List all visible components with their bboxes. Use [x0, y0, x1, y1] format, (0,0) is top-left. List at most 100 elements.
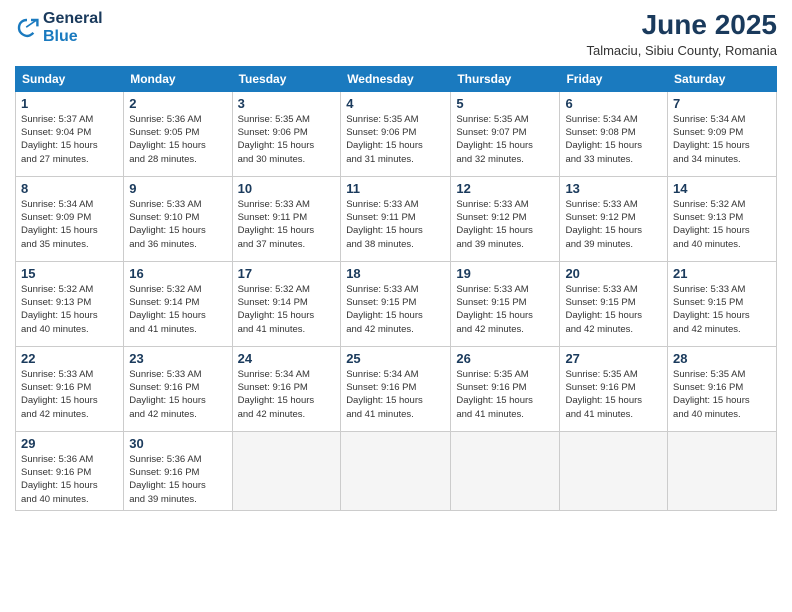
table-row: [668, 431, 777, 510]
table-row: 28 Sunrise: 5:35 AM Sunset: 9:16 PM Dayli…: [668, 346, 777, 431]
header: General Blue June 2025 Talmaciu, Sibiu C…: [15, 10, 777, 58]
day-number: 10: [238, 181, 336, 196]
table-row: 25Sunrise: 5:34 AM Sunset: 9:16 PM Dayli…: [341, 346, 451, 431]
day-info: Sunrise: 5:33 AM Sunset: 9:11 PM Dayligh…: [238, 198, 336, 251]
table-row: [341, 431, 451, 510]
day-info: Sunrise: 5:35 AM Sunset: 9:06 PM Dayligh…: [238, 113, 336, 166]
day-number: 19: [456, 266, 554, 281]
table-row: 9 Sunrise: 5:33 AM Sunset: 9:10 PM Daylig…: [124, 176, 232, 261]
table-row: 22 Sunrise: 5:33 AM Sunset: 9:16 PM Dayli…: [16, 346, 124, 431]
day-number: 11: [346, 181, 445, 196]
day-number: 23: [129, 351, 226, 366]
table-row: 7 Sunrise: 5:34 AM Sunset: 9:09 PM Daylig…: [668, 91, 777, 176]
header-wednesday: Wednesday: [341, 66, 451, 91]
day-number: 13: [565, 181, 662, 196]
day-info: Sunrise: 5:32 AM Sunset: 9:14 PM Dayligh…: [129, 283, 226, 336]
day-info: Sunrise: 5:32 AM Sunset: 9:13 PM Dayligh…: [673, 198, 771, 251]
day-info: Sunrise: 5:37 AM Sunset: 9:04 PM Dayligh…: [21, 113, 118, 166]
table-row: 11 Sunrise: 5:33 AM Sunset: 9:11 PM Dayli…: [341, 176, 451, 261]
location: Talmaciu, Sibiu County, Romania: [586, 43, 777, 58]
day-number: 12: [456, 181, 554, 196]
day-number: 27: [565, 351, 662, 366]
day-info: Sunrise: 5:32 AM Sunset: 9:13 PM Dayligh…: [21, 283, 118, 336]
day-number: 29: [21, 436, 118, 451]
day-number: 15: [21, 266, 118, 281]
day-number: 22: [21, 351, 118, 366]
day-info: Sunrise: 5:34 AM Sunset: 9:16 PM Dayligh…: [238, 368, 336, 421]
day-number: 21: [673, 266, 771, 281]
day-number: 14: [673, 181, 771, 196]
table-row: 26 Sunrise: 5:35 AM Sunset: 9:16 PM Dayli…: [451, 346, 560, 431]
day-info: Sunrise: 5:35 AM Sunset: 9:07 PM Dayligh…: [456, 113, 554, 166]
day-number: 2: [129, 96, 226, 111]
table-row: 1 Sunrise: 5:37 AM Sunset: 9:04 PM Daylig…: [16, 91, 124, 176]
day-number: 20: [565, 266, 662, 281]
table-row: 29 Sunrise: 5:36 AM Sunset: 9:16 PM Dayli…: [16, 431, 124, 510]
table-row: 6 Sunrise: 5:34 AM Sunset: 9:08 PM Daylig…: [560, 91, 668, 176]
day-info: Sunrise: 5:34 AM Sunset: 9:09 PM Dayligh…: [21, 198, 118, 251]
day-number: 7: [673, 96, 771, 111]
day-number: 26: [456, 351, 554, 366]
table-row: 2 Sunrise: 5:36 AM Sunset: 9:05 PM Daylig…: [124, 91, 232, 176]
header-tuesday: Tuesday: [232, 66, 341, 91]
day-number: 30: [129, 436, 226, 451]
day-info: Sunrise: 5:33 AM Sunset: 9:12 PM Dayligh…: [456, 198, 554, 251]
table-row: 17Sunrise: 5:32 AM Sunset: 9:14 PM Dayli…: [232, 261, 341, 346]
day-info: Sunrise: 5:34 AM Sunset: 9:09 PM Dayligh…: [673, 113, 771, 166]
day-info: Sunrise: 5:33 AM Sunset: 9:16 PM Dayligh…: [21, 368, 118, 421]
month-title: June 2025: [586, 10, 777, 41]
table-row: 19 Sunrise: 5:33 AM Sunset: 9:15 PM Dayli…: [451, 261, 560, 346]
table-row: 18 Sunrise: 5:33 AM Sunset: 9:15 PM Dayli…: [341, 261, 451, 346]
calendar-table: Sunday Monday Tuesday Wednesday Thursday…: [15, 66, 777, 511]
day-info: Sunrise: 5:36 AM Sunset: 9:16 PM Dayligh…: [21, 453, 118, 506]
page: General Blue June 2025 Talmaciu, Sibiu C…: [0, 0, 792, 612]
day-info: Sunrise: 5:34 AM Sunset: 9:08 PM Dayligh…: [565, 113, 662, 166]
day-number: 1: [21, 96, 118, 111]
day-info: Sunrise: 5:36 AM Sunset: 9:05 PM Dayligh…: [129, 113, 226, 166]
header-monday: Monday: [124, 66, 232, 91]
table-row: 24 Sunrise: 5:34 AM Sunset: 9:16 PM Dayli…: [232, 346, 341, 431]
day-number: 16: [129, 266, 226, 281]
day-number: 8: [21, 181, 118, 196]
day-info: Sunrise: 5:33 AM Sunset: 9:15 PM Dayligh…: [456, 283, 554, 336]
table-row: 30 Sunrise: 5:36 AM Sunset: 9:16 PM Dayli…: [124, 431, 232, 510]
table-row: 23Sunrise: 5:33 AM Sunset: 9:16 PM Dayli…: [124, 346, 232, 431]
day-info: Sunrise: 5:35 AM Sunset: 9:16 PM Dayligh…: [456, 368, 554, 421]
day-info: Sunrise: 5:33 AM Sunset: 9:15 PM Dayligh…: [346, 283, 445, 336]
day-number: 18: [346, 266, 445, 281]
table-row: 20 Sunrise: 5:33 AM Sunset: 9:15 PM Dayli…: [560, 261, 668, 346]
day-number: 24: [238, 351, 336, 366]
day-number: 3: [238, 96, 336, 111]
logo-text: General Blue: [43, 10, 103, 45]
header-saturday: Saturday: [668, 66, 777, 91]
day-info: Sunrise: 5:35 AM Sunset: 9:16 PM Dayligh…: [565, 368, 662, 421]
logo-icon: [15, 16, 39, 40]
weekday-header-row: Sunday Monday Tuesday Wednesday Thursday…: [16, 66, 777, 91]
day-info: Sunrise: 5:33 AM Sunset: 9:15 PM Dayligh…: [673, 283, 771, 336]
day-info: Sunrise: 5:35 AM Sunset: 9:16 PM Dayligh…: [673, 368, 771, 421]
day-number: 9: [129, 181, 226, 196]
header-thursday: Thursday: [451, 66, 560, 91]
day-info: Sunrise: 5:33 AM Sunset: 9:10 PM Dayligh…: [129, 198, 226, 251]
day-number: 6: [565, 96, 662, 111]
table-row: 15 Sunrise: 5:32 AM Sunset: 9:13 PM Dayli…: [16, 261, 124, 346]
title-block: June 2025 Talmaciu, Sibiu County, Romani…: [586, 10, 777, 58]
table-row: 5 Sunrise: 5:35 AM Sunset: 9:07 PM Daylig…: [451, 91, 560, 176]
table-row: 21 Sunrise: 5:33 AM Sunset: 9:15 PM Dayli…: [668, 261, 777, 346]
table-row: 3 Sunrise: 5:35 AM Sunset: 9:06 PM Daylig…: [232, 91, 341, 176]
table-row: 13Sunrise: 5:33 AM Sunset: 9:12 PM Dayli…: [560, 176, 668, 261]
header-friday: Friday: [560, 66, 668, 91]
day-number: 17: [238, 266, 336, 281]
day-info: Sunrise: 5:35 AM Sunset: 9:06 PM Dayligh…: [346, 113, 445, 166]
table-row: 8 Sunrise: 5:34 AM Sunset: 9:09 PM Daylig…: [16, 176, 124, 261]
day-number: 28: [673, 351, 771, 366]
table-row: [232, 431, 341, 510]
day-info: Sunrise: 5:36 AM Sunset: 9:16 PM Dayligh…: [129, 453, 226, 506]
table-row: 14 Sunrise: 5:32 AM Sunset: 9:13 PM Dayli…: [668, 176, 777, 261]
day-info: Sunrise: 5:33 AM Sunset: 9:15 PM Dayligh…: [565, 283, 662, 336]
logo: General Blue: [15, 10, 103, 45]
table-row: [451, 431, 560, 510]
day-info: Sunrise: 5:33 AM Sunset: 9:11 PM Dayligh…: [346, 198, 445, 251]
day-number: 5: [456, 96, 554, 111]
table-row: 10 Sunrise: 5:33 AM Sunset: 9:11 PM Dayli…: [232, 176, 341, 261]
